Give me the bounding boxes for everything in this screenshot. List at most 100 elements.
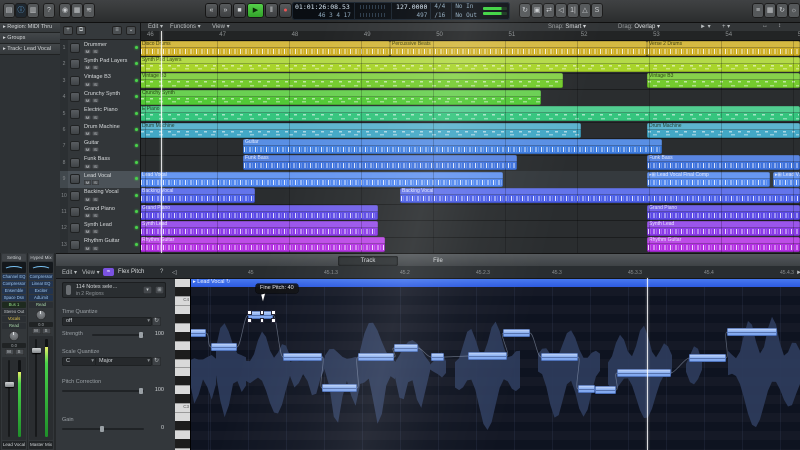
- strip-solo-button[interactable]: S: [42, 328, 51, 334]
- selection-menu-button[interactable]: ⊞: [155, 286, 164, 294]
- automation-mode-button[interactable]: Read: [29, 302, 53, 308]
- drag-menu[interactable]: Drag: Overlap ▾: [618, 23, 660, 30]
- lcd-display[interactable]: 01:01:26:08.53 46 3 4 17 127.0000 497 4/…: [292, 2, 510, 20]
- track-header-backing-vocal[interactable]: 10Backing VocalMS: [60, 188, 140, 205]
- mute-button[interactable]: M: [84, 246, 91, 251]
- region-disco-drums[interactable]: Disco Drums: [140, 41, 390, 56]
- mute-button[interactable]: M: [84, 213, 91, 218]
- tab-file[interactable]: File: [408, 256, 468, 266]
- stop-button[interactable]: ■: [233, 3, 246, 18]
- replace-button[interactable]: ⇄: [543, 3, 555, 18]
- automation-mode-button[interactable]: Read: [2, 323, 26, 329]
- region-synth-lead[interactable]: Synth Lead: [647, 221, 800, 236]
- duplicate-track-button[interactable]: ⧉: [76, 26, 86, 35]
- strip-mute-button[interactable]: M: [32, 328, 41, 334]
- mute-button[interactable]: M: [84, 147, 91, 152]
- browser-icon[interactable]: ↻: [776, 3, 788, 18]
- rewind-button[interactable]: «: [205, 3, 218, 18]
- inspector-section-2[interactable]: ▸ Track: Lead Vocal: [0, 44, 60, 55]
- pause-button[interactable]: ‖: [265, 3, 278, 18]
- quick-help-icon[interactable]: ?: [43, 3, 55, 18]
- solo-button[interactable]: S: [92, 213, 99, 218]
- region-grand-piano[interactable]: Grand Piano: [647, 205, 800, 220]
- flex-pitch-note[interactable]: [503, 329, 530, 337]
- time-quantize-apply-button[interactable]: ↻: [152, 317, 161, 326]
- fader-cap[interactable]: [32, 348, 41, 353]
- track-header-grand-piano[interactable]: 11Grand PianoMS: [60, 204, 140, 221]
- mute-button[interactable]: M: [84, 82, 91, 87]
- inspector-section-1[interactable]: ▸ Groups: [0, 33, 60, 44]
- region-drum-machine[interactable]: Drum Machine: [140, 123, 581, 138]
- metronome-button[interactable]: △: [579, 3, 591, 18]
- selection-prev-button[interactable]: ▾: [143, 286, 152, 294]
- flex-pitch-note[interactable]: [283, 353, 322, 361]
- solo-button[interactable]: S: [92, 49, 99, 54]
- mute-button[interactable]: M: [84, 197, 91, 202]
- flex-pitch-note[interactable]: [190, 329, 206, 337]
- plugin-slot[interactable]: Linear EQ: [29, 281, 53, 287]
- note-handle[interactable]: [247, 318, 252, 323]
- strip-setting-button[interactable]: Hyped Mix: [29, 254, 53, 261]
- arrange-menu-functions[interactable]: Functions ▾: [170, 23, 201, 30]
- flex-icon[interactable]: ≈: [103, 268, 114, 276]
- flex-pitch-note[interactable]: [617, 369, 671, 377]
- region-rhythm-guitar[interactable]: Rhythm Guitar: [140, 237, 385, 252]
- strip-eq-thumbnail[interactable]: [29, 262, 53, 273]
- region-crunchy-synth[interactable]: Crunchy Synth: [140, 90, 541, 105]
- region-vintage-b3[interactable]: Vintage B3: [140, 73, 563, 88]
- v-zoom-control[interactable]: ↕: [778, 23, 781, 29]
- tab-track[interactable]: Track: [338, 256, 398, 266]
- flex-pitch-note[interactable]: [394, 344, 418, 352]
- forward-button[interactable]: »: [219, 3, 232, 18]
- flex-pitch-note[interactable]: [322, 384, 357, 392]
- solo-button[interactable]: S: [92, 131, 99, 136]
- flex-pitch-note[interactable]: [595, 386, 616, 394]
- region-lead-vocal[interactable]: Lead Vocal: [140, 172, 503, 187]
- strip-eq-thumbnail[interactable]: [2, 262, 26, 273]
- strip-mute-button[interactable]: M: [5, 349, 14, 355]
- flex-pitch-note[interactable]: [211, 343, 237, 351]
- editors-icon[interactable]: ≋: [83, 3, 95, 18]
- count-in-button[interactable]: 1|: [567, 3, 579, 18]
- group-slot[interactable]: Vocals: [2, 316, 26, 322]
- scale-quantize-apply-button[interactable]: ↻: [152, 357, 161, 366]
- pointer-tool-menu[interactable]: ► ▾: [700, 23, 711, 30]
- region-funk-bass[interactable]: Funk Bass: [647, 155, 800, 170]
- solo-button[interactable]: S: [92, 82, 99, 87]
- region-rhythm-guitar[interactable]: Rhythm Guitar: [647, 237, 800, 252]
- pan-knob[interactable]: [2, 330, 26, 342]
- region-e-piano[interactable]: E Piano: [140, 106, 800, 121]
- solo-button[interactable]: S: [92, 197, 99, 202]
- flex-pitch-note[interactable]: [727, 328, 777, 336]
- mute-button[interactable]: M: [84, 49, 91, 54]
- region-percussive-beats[interactable]: Percussive Beats: [390, 41, 647, 56]
- editor-edit-menu[interactable]: Edit ▾: [62, 269, 77, 276]
- catch-icon[interactable]: ?: [160, 269, 163, 275]
- arrange-menu-view[interactable]: View ▾: [212, 23, 230, 30]
- solo-button[interactable]: S: [92, 180, 99, 185]
- solo-button[interactable]: S: [92, 246, 99, 251]
- flex-pitch-note[interactable]: [689, 354, 726, 362]
- flex-pitch-note[interactable]: [541, 353, 578, 361]
- flex-pitch-canvas[interactable]: ▸ Lead Vocal ↻: [190, 278, 800, 450]
- pitch-correction-slider[interactable]: [62, 390, 144, 392]
- strip-setting-button[interactable]: Setting: [2, 254, 26, 261]
- region-synth-pad-layers[interactable]: Synth Pad Layers: [140, 57, 800, 72]
- plugin-slot[interactable]: AdLimit: [29, 295, 53, 301]
- note-handle[interactable]: [260, 310, 265, 315]
- plugin-slot[interactable]: Channel EQ: [2, 274, 26, 280]
- solo-button[interactable]: S: [92, 98, 99, 103]
- region-guitar[interactable]: Guitar: [243, 139, 662, 154]
- playhead-editor[interactable]: [647, 278, 648, 450]
- send-slot[interactable]: Bus 1: [2, 302, 26, 308]
- time-quantize-select[interactable]: off▾: [62, 317, 152, 326]
- list-editors-icon[interactable]: ≡: [752, 3, 764, 18]
- region-lead-v-[interactable]: ▸⊞ Lead V…: [773, 172, 800, 187]
- track-zoom-button[interactable]: ⌄: [126, 26, 136, 35]
- flex-pitch-note[interactable]: [578, 385, 595, 393]
- track-header-synth-pad-layers[interactable]: 2Synth Pad LayersMS: [60, 56, 140, 73]
- toolbar-icon[interactable]: ▥: [27, 3, 39, 18]
- mute-button[interactable]: M: [84, 229, 91, 234]
- scale-type-select[interactable]: Major▾: [95, 357, 152, 366]
- library-icon[interactable]: ▤: [3, 3, 15, 18]
